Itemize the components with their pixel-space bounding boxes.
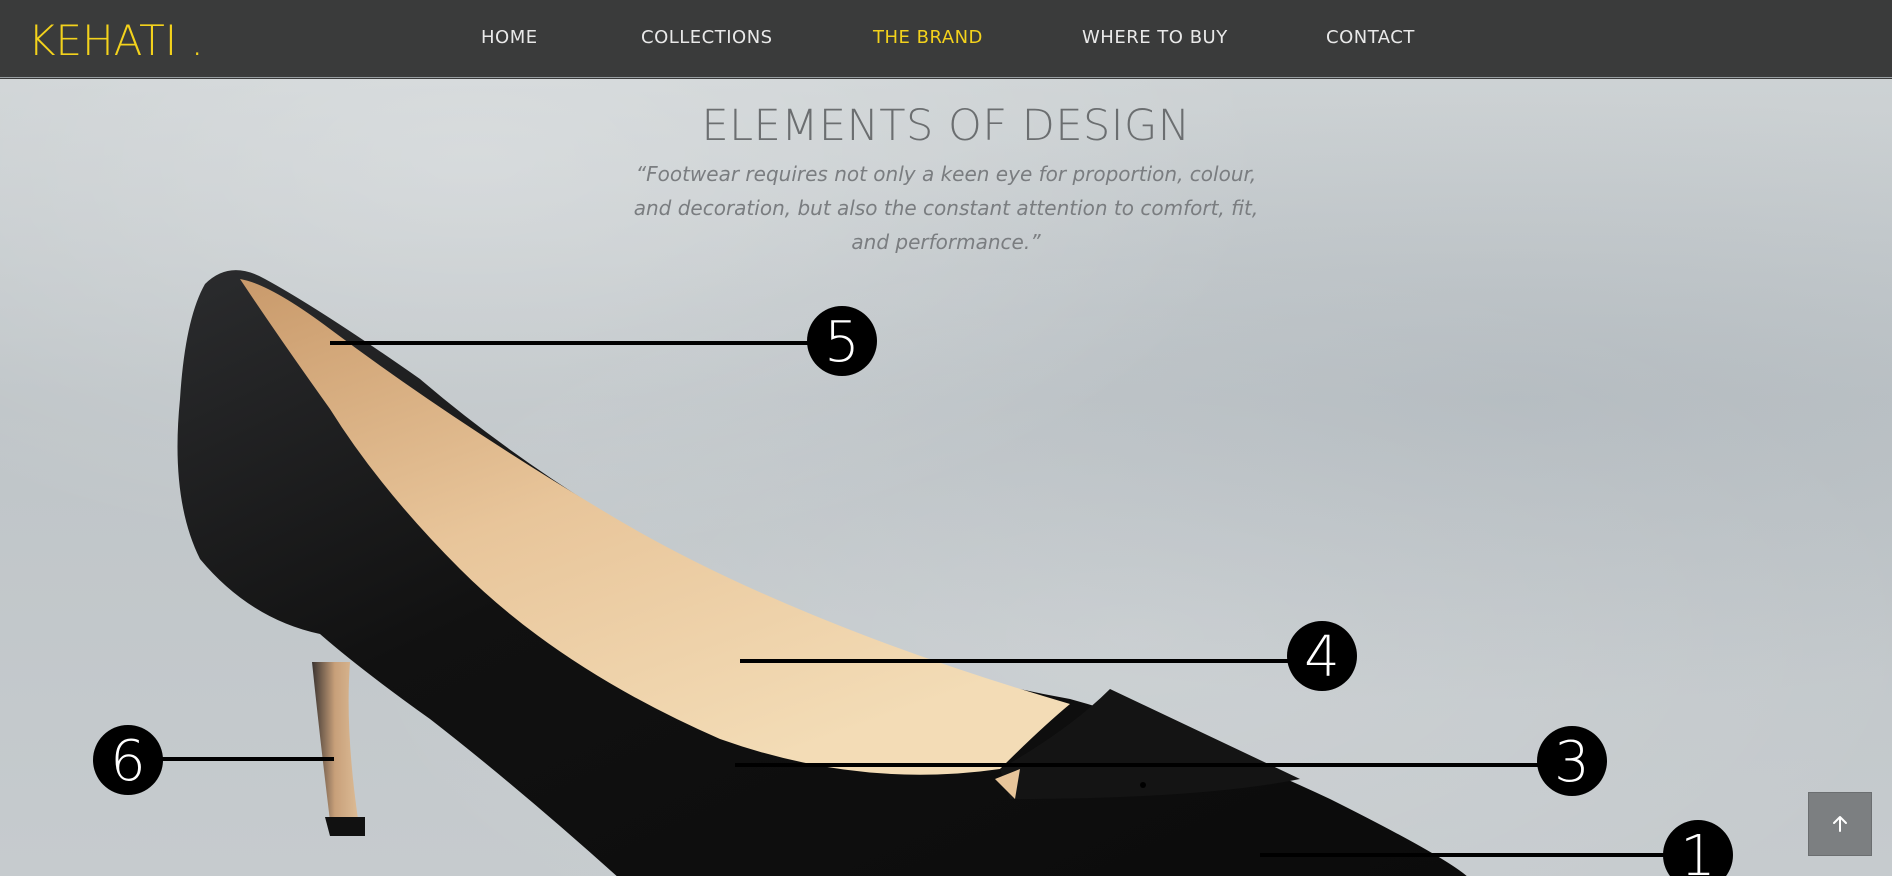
brand-logo[interactable]: KEHATI . — [28, 16, 204, 65]
marker-label-1: 1 — [1680, 824, 1716, 876]
marker-label-5: 5 — [824, 310, 860, 375]
nav-item-the-brand[interactable]: THE BRAND — [873, 27, 983, 48]
page-title: ELEMENTS OF DESIGN — [701, 101, 1191, 151]
marker-label-3: 3 — [1554, 730, 1590, 795]
nav-item-where-to-buy[interactable]: WHERE TO BUY — [1082, 27, 1228, 48]
callout-marker-3: 3 — [1537, 726, 1607, 796]
nav-item-home[interactable]: HOME — [481, 27, 538, 48]
top-navigation-bar: KEHATI . HOME COLLECTIONS THE BRAND WHER… — [0, 0, 1892, 78]
callout-marker-6: 6 — [93, 725, 163, 795]
callout-marker-5: 5 — [807, 306, 877, 376]
marker-label-4: 4 — [1304, 625, 1340, 690]
nav-item-collections[interactable]: COLLECTIONS — [641, 27, 773, 48]
hero-section: 5 4 3 6 1 ELEMENTS OF DESIGN “Footwear r… — [0, 79, 1892, 876]
design-quote: “Footwear requires not only a keen eye f… — [633, 162, 1259, 254]
callout-marker-1: 1 — [1663, 820, 1733, 876]
marker-label-6: 6 — [110, 729, 146, 794]
nav-item-contact[interactable]: CONTACT — [1326, 27, 1415, 48]
callout-marker-4: 4 — [1287, 621, 1357, 691]
scroll-to-top-button[interactable] — [1808, 792, 1872, 856]
arrow-up-icon — [1833, 816, 1847, 832]
